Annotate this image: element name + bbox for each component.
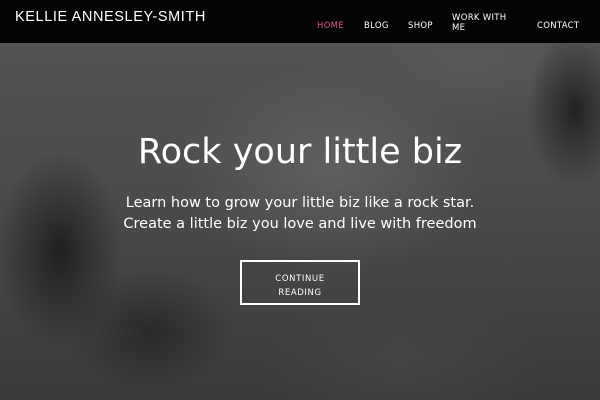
nav-item-contact[interactable]: CONTACT — [537, 21, 579, 31]
page: KELLIE ANNESLEY-SMITH HOME BLOG SHOP WOR… — [0, 0, 600, 400]
continue-reading-label: CONTINUE READING — [275, 274, 325, 298]
hero-subtitle-line-1: Learn how to grow your little biz like a… — [125, 195, 475, 211]
nav-item-shop[interactable]: SHOP — [408, 21, 433, 31]
nav-item-blog[interactable]: BLOG — [364, 21, 389, 31]
continue-reading-button[interactable]: CONTINUE READING — [240, 260, 360, 305]
site-logo[interactable]: KELLIE ANNESLEY-SMITH — [15, 9, 206, 25]
nav-item-work-with-me[interactable]: WORK WITH ME — [452, 13, 514, 33]
hero-subtitle-line-2: Create a little biz you love and live wi… — [123, 216, 477, 232]
nav-item-home[interactable]: HOME — [317, 21, 344, 31]
hero-title: Rock your little biz — [137, 132, 463, 172]
site-header: KELLIE ANNESLEY-SMITH HOME BLOG SHOP WOR… — [0, 0, 600, 43]
